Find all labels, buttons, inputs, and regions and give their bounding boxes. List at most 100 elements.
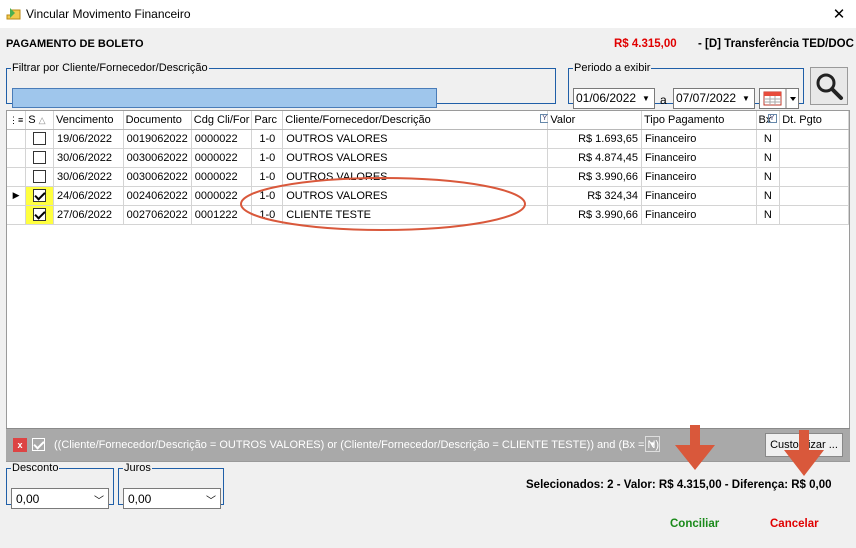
cell-cdg[interactable]: 0001222 xyxy=(191,205,253,225)
cell-parc[interactable]: 1-0 xyxy=(251,129,284,149)
col-header-selected[interactable]: S △ xyxy=(25,111,54,130)
table-row[interactable]: ▶ 24/06/2022 0024062022 0000022 1-0 OUTROS VA… xyxy=(7,186,849,206)
col-header-bx[interactable]: Bx Y xyxy=(756,111,781,130)
cell-venc[interactable]: 24/06/2022 xyxy=(53,186,124,206)
cell-bx[interactable]: N xyxy=(756,167,781,187)
chevron-down-icon[interactable]: ▼ xyxy=(645,436,660,452)
table-header-row: ⋮≡ S △ Vencimento Documento Cdg Cli/For … xyxy=(7,111,849,130)
cell-bx[interactable]: N xyxy=(756,205,781,225)
cell-venc[interactable]: 30/06/2022 xyxy=(53,167,124,187)
table-row[interactable]: 19/06/2022 0019062022 0000022 1-0 OUTROS VAL… xyxy=(7,129,849,149)
cell-tipo[interactable]: Financeiro xyxy=(641,129,757,149)
cell-bx[interactable]: N xyxy=(756,186,781,206)
discount-select[interactable]: 0,00 ﹀ xyxy=(11,488,109,509)
col-header-valor[interactable]: Valor xyxy=(547,111,642,130)
cancelar-button[interactable]: Cancelar xyxy=(770,518,819,530)
chevron-down-icon[interactable]: ﹀ xyxy=(206,492,216,507)
chevron-down-icon[interactable]: ▼ xyxy=(638,89,654,108)
calendar-button[interactable] xyxy=(759,88,799,109)
cell-valor[interactable]: R$ 4.874,45 xyxy=(547,148,642,168)
cell-bx[interactable]: N xyxy=(756,148,781,168)
col-header-tipo[interactable]: Tipo Pagamento xyxy=(641,111,757,130)
cell-doc[interactable]: 0027062022 xyxy=(123,205,192,225)
cell-tipo[interactable]: Financeiro xyxy=(641,167,757,187)
row-select-checkbox[interactable] xyxy=(33,170,47,183)
col-header-documento[interactable]: Documento xyxy=(123,111,192,130)
cell-tipo[interactable]: Financeiro xyxy=(641,205,757,225)
row-select-cell[interactable] xyxy=(25,186,54,206)
filter-expression[interactable]: ((Cliente/Fornecedor/Descrição = OUTROS … xyxy=(54,439,659,451)
filter-input[interactable] xyxy=(12,88,437,108)
close-icon[interactable]: ✕ xyxy=(822,0,856,28)
cell-doc[interactable]: 0030062022 xyxy=(123,148,192,168)
cell-doc[interactable]: 0030062022 xyxy=(123,167,192,187)
cell-cdg[interactable]: 0000022 xyxy=(191,148,253,168)
chevron-down-icon[interactable]: ﹀ xyxy=(94,492,104,507)
cell-doc[interactable]: 0019062022 xyxy=(123,129,192,149)
cell-venc[interactable]: 27/06/2022 xyxy=(53,205,124,225)
cell-dtpgto[interactable] xyxy=(779,205,849,225)
col-header-dtpgto[interactable]: Dt. Pgto xyxy=(779,111,849,130)
cell-venc[interactable]: 19/06/2022 xyxy=(53,129,124,149)
chevron-down-icon[interactable]: ▼ xyxy=(738,89,754,108)
row-select-checkbox[interactable] xyxy=(33,132,47,145)
cell-cdg[interactable]: 0000022 xyxy=(191,129,253,149)
cell-tipo[interactable]: Financeiro xyxy=(641,148,757,168)
cell-dtpgto[interactable] xyxy=(779,129,849,149)
date-from-picker[interactable]: 01/06/2022 ▼ xyxy=(573,88,655,109)
cell-dtpgto[interactable] xyxy=(779,167,849,187)
row-select-cell[interactable] xyxy=(25,205,54,225)
cell-dtpgto[interactable] xyxy=(779,186,849,206)
cell-parc[interactable]: 1-0 xyxy=(251,186,284,206)
cell-valor[interactable]: R$ 324,34 xyxy=(547,186,642,206)
row-select-checkbox[interactable] xyxy=(33,151,47,164)
col-header-parc[interactable]: Parc xyxy=(251,111,284,130)
row-select-checkbox[interactable] xyxy=(33,189,47,202)
cell-venc[interactable]: 30/06/2022 xyxy=(53,148,124,168)
cell-cliente[interactable]: CLIENTE TESTE xyxy=(282,205,549,225)
table-row[interactable]: 30/06/2022 0030062022 0000022 1-0 OUTROS VAL… xyxy=(7,167,849,187)
cell-cliente[interactable]: OUTROS VALORES xyxy=(282,148,549,168)
interest-legend: Juros xyxy=(124,462,151,474)
table-row[interactable]: 27/06/2022 0027062022 0001222 1-0 CLIENTE TE… xyxy=(7,205,849,225)
cell-parc[interactable]: 1-0 xyxy=(251,148,284,168)
customize-button[interactable]: Customizar ... xyxy=(765,433,843,457)
row-select-cell[interactable] xyxy=(25,167,54,187)
cell-dtpgto[interactable] xyxy=(779,148,849,168)
interest-select[interactable]: 0,00 ﹀ xyxy=(123,488,221,509)
row-select-cell[interactable] xyxy=(25,148,54,168)
cell-valor[interactable]: R$ 1.693,65 xyxy=(547,129,642,149)
col-header-cdg[interactable]: Cdg Cli/For xyxy=(191,111,253,130)
cell-doc[interactable]: 0024062022 xyxy=(123,186,192,206)
grid-menu-icon[interactable]: ⋮≡ xyxy=(7,111,27,130)
cell-cdg[interactable]: 0000022 xyxy=(191,186,253,206)
table-row[interactable]: 30/06/2022 0030062022 0000022 1-0 OUTROS VAL… xyxy=(7,148,849,168)
date-to-picker[interactable]: 07/07/2022 ▼ xyxy=(673,88,755,109)
discount-value: 0,00 xyxy=(16,492,40,506)
filter-icon[interactable]: Y xyxy=(767,114,777,123)
row-select-cell[interactable] xyxy=(25,129,54,149)
row-select-checkbox[interactable] xyxy=(33,208,47,221)
cell-cliente[interactable]: OUTROS VALORES xyxy=(282,167,549,187)
date-to-value: 07/07/2022 xyxy=(676,91,737,105)
cell-valor[interactable]: R$ 3.990,66 xyxy=(547,167,642,187)
col-header-vencimento[interactable]: Vencimento xyxy=(53,111,124,130)
clear-filter-icon[interactable]: x xyxy=(13,438,27,452)
cell-cliente[interactable]: OUTROS VALORES xyxy=(282,186,549,206)
cell-tipo[interactable]: Financeiro xyxy=(641,186,757,206)
payment-type-label: PAGAMENTO DE BOLETO xyxy=(6,38,144,50)
movements-grid[interactable]: ⋮≡ S △ Vencimento Documento Cdg Cli/For … xyxy=(6,110,850,462)
date-separator: a xyxy=(660,93,667,107)
filter-enabled-checkbox[interactable] xyxy=(32,438,45,451)
cell-bx[interactable]: N xyxy=(756,129,781,149)
cell-parc[interactable]: 1-0 xyxy=(251,167,284,187)
conciliar-button[interactable]: Conciliar xyxy=(670,518,719,530)
cell-cdg[interactable]: 0000022 xyxy=(191,167,253,187)
cell-cliente[interactable]: OUTROS VALORES xyxy=(282,129,549,149)
app-icon xyxy=(6,8,21,20)
search-icon xyxy=(816,73,843,100)
col-header-cliente[interactable]: Cliente/Fornecedor/Descrição Y xyxy=(282,111,550,130)
cell-valor[interactable]: R$ 3.990,66 xyxy=(547,205,642,225)
cell-parc[interactable]: 1-0 xyxy=(251,205,284,225)
search-button[interactable] xyxy=(810,67,848,105)
